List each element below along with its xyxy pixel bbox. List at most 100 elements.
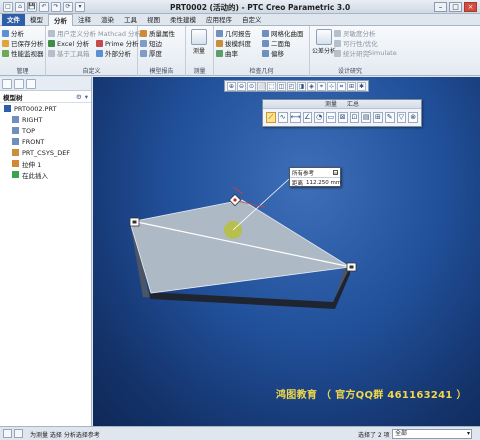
callout-expand-icon[interactable]: ▭ [333,170,338,175]
measure-tool-icon[interactable]: ▽ [396,112,407,123]
measure-tool-icon[interactable]: ▤ [361,112,371,123]
message-log-icon[interactable] [3,429,12,438]
tab-file[interactable]: 文件 [2,14,25,26]
dihedral-angle-command[interactable]: 二面角 [262,38,308,48]
analysis-command[interactable]: 分析 [2,28,44,38]
tree-settings-icon[interactable]: ⚙ [76,93,82,101]
model-tree-header: 模型树 ⚙ ▾ [0,91,91,103]
maximize-button[interactable]: □ [449,2,462,12]
tab-flexible-modeling[interactable]: 柔性建模 [165,14,201,26]
draft-command[interactable]: 拔模斜度 [216,38,262,48]
open-icon[interactable]: ⌂ [15,2,25,12]
view-tool-icon[interactable]: ✱ [357,82,366,91]
tab-view[interactable]: 视图 [142,14,165,26]
tab-render[interactable]: 渲染 [96,14,119,26]
undo-icon[interactable]: ↶ [39,2,49,12]
mesh-surface-command[interactable]: 网格化曲面 [262,28,308,38]
tab-customize[interactable]: 自定义 [237,14,267,26]
measure-tool-icon[interactable]: ✎ [384,112,395,123]
quick-access-toolbar: □ ⌂ 💾 ↶ ↷ ⟳ ▾ [3,2,85,12]
measurement-callout[interactable]: 所有参考 ▭ 距离 112.250 mm [289,167,341,187]
measure-tool-icon[interactable]: ▭ [326,112,336,123]
regenerate-icon[interactable]: ⟳ [63,2,73,12]
sensitivity-analysis-command[interactable]: 灵敏度分析 [334,28,378,38]
tab-applications[interactable]: 应用程序 [201,14,237,26]
tab-model[interactable]: 模型 [25,14,48,26]
model-tree-tab-icon[interactable] [2,79,12,89]
curvature-command[interactable]: 曲率 [216,48,262,58]
summary-tab[interactable]: 汇总 [347,100,359,108]
view-tool-icon[interactable]: ⬜ [257,82,266,91]
group-label-inspect-geometry: 检查几何 [249,68,274,75]
measure-tool-icon[interactable]: ◔ [314,112,324,123]
measure-button[interactable]: 测量 [191,29,207,55]
view-tool-icon[interactable]: ◨ [297,82,306,91]
save-icon[interactable]: 💾 [27,2,37,12]
measure-tool-icon[interactable]: ⊗ [408,112,418,123]
simulate-command[interactable]: Simulate [368,48,397,58]
external-analysis-command[interactable]: 外部分析 [96,48,140,58]
toolbox-command[interactable]: 基于工具箱 [48,48,96,58]
view-tool-icon[interactable]: ⌗ [337,82,346,91]
favorites-tab-icon[interactable] [26,79,36,89]
view-tool-icon[interactable]: ◰ [287,82,296,91]
measure-tool-icon[interactable]: ⊞ [373,112,383,123]
tab-annotate[interactable]: 注释 [73,14,96,26]
callout-label: 距离 [292,181,304,187]
measure-tab[interactable]: 测量 [325,100,337,108]
graphics-window[interactable]: ⊕ ⊖ ⊙ ⬜ ⬚ ◫ ◰ ◨ ◈ ⌖ ⊹ ⌗ ⊞ ✱ 测量 汇总 ⟋ ∿ ⟷ ∠ ◔ ▭ ⊠ ⊡ ▤ ⊞ ✎ ▽ ⊗ 所有参考 … [93,77,480,426]
thickness-command[interactable]: 厚度 [140,48,175,58]
measure-tool-icon[interactable]: ∠ [302,112,313,123]
view-tool-icon[interactable]: ⊖ [237,82,246,91]
curvature-icon [216,49,223,57]
measure-icon [191,29,207,45]
view-tool-icon[interactable]: ⊹ [327,82,336,91]
excel-analysis-command[interactable]: Excel 分析 [48,38,96,48]
prime-analysis-command[interactable]: Prime 分析 [96,38,140,48]
feasibility-optimization-command[interactable]: 可行性/优化 [334,38,378,48]
geometry-report-command[interactable]: 几何报告 [216,28,262,38]
offset-command[interactable]: 偏移 [262,48,308,58]
customize-dropdown-icon[interactable]: ▾ [75,2,85,12]
tree-item[interactable]: PRT0002.PRT [0,103,91,114]
short-edge-command[interactable]: 短边 [140,38,175,48]
tolerance-analysis-button[interactable]: 公差分析 [312,29,336,55]
view-tool-icon[interactable]: ◫ [277,82,286,91]
tree-item[interactable]: TOP [0,125,91,136]
new-icon[interactable]: □ [3,2,13,12]
measure-tool-icon[interactable]: ⊠ [337,112,348,123]
view-tool-icon[interactable]: ◈ [307,82,316,91]
view-tool-icon[interactable]: ⊞ [347,82,356,91]
endpoint-marker-2[interactable] [346,262,357,272]
tab-tools[interactable]: 工具 [119,14,142,26]
measure-tool-icon[interactable]: ⟷ [289,112,301,123]
tree-filter-icon[interactable]: ▾ [85,93,88,101]
user-defined-analysis-command[interactable]: 用户定义分析 [48,28,96,38]
tree-item[interactable]: FRONT [0,136,91,147]
performance-monitor-command[interactable]: 性能监视器 [2,48,44,58]
tab-analysis[interactable]: 分析 [48,14,73,26]
fullscreen-icon[interactable] [14,429,23,438]
mass-properties-command[interactable]: 质量属性 [140,28,175,38]
view-tool-icon[interactable]: ⊕ [227,82,236,91]
mathcad-analysis-command[interactable]: Mathcad 分析 [96,28,141,38]
folder-browser-tab-icon[interactable] [14,79,24,89]
saved-analysis-command[interactable]: 已保存分析 [2,38,44,48]
view-tool-icon[interactable]: ⌖ [317,82,326,91]
measure-tool-icon[interactable]: ∿ [277,112,288,123]
close-button[interactable]: × [464,2,477,12]
measure-tool-icon[interactable]: ⊡ [349,112,360,123]
selection-filter[interactable]: 全部 ▾ [392,429,472,439]
endpoint-marker-1[interactable] [129,217,140,227]
tree-item-label: TOP [22,126,36,135]
measure-tool-icon[interactable]: ⟋ [266,112,276,123]
view-tool-icon[interactable]: ⬚ [267,82,276,91]
tree-item[interactable]: PRT_CSYS_DEF [0,147,91,158]
tree-item[interactable]: 拉伸 1 [0,158,91,169]
group-label-management: 管理 [16,68,29,75]
tree-item[interactable]: RIGHT [0,114,91,125]
tree-item[interactable]: 在此插入 [0,169,91,180]
view-tool-icon[interactable]: ⊙ [247,82,256,91]
redo-icon[interactable]: ↷ [51,2,61,12]
minimize-button[interactable]: – [434,2,447,12]
